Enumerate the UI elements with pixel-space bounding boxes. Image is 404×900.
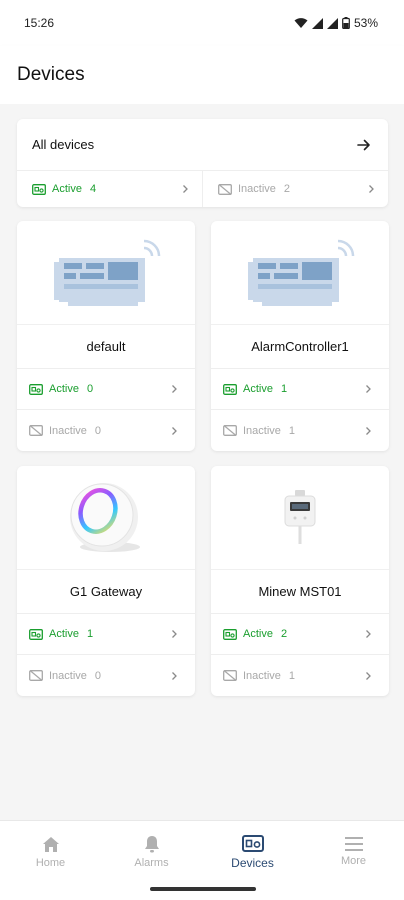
chevron-right-icon (172, 630, 177, 638)
battery-icon (342, 17, 350, 29)
device-active-icon (32, 183, 46, 195)
device-name: G1 Gateway (17, 570, 195, 614)
status-icons: 53% (294, 16, 378, 30)
controller-board-icon (54, 239, 161, 306)
inactive-label: Inactive (243, 669, 281, 682)
menu-icon (344, 837, 363, 851)
device-inactive-icon (223, 670, 237, 681)
all-devices-active[interactable]: Active 4 (17, 171, 202, 207)
active-count: 0 (86, 383, 94, 395)
chevron-right-icon (366, 671, 371, 680)
chevron-right-icon (183, 185, 188, 193)
device-image (17, 466, 195, 570)
nav-item-devices[interactable]: Devices (202, 821, 303, 879)
inactive-count: 0 (94, 424, 102, 437)
chevron-right-icon (369, 185, 374, 193)
device-inactive-row[interactable]: Inactive 1 (211, 655, 389, 696)
status-time: 15:26 (24, 16, 55, 30)
inactive-count: 1 (288, 424, 296, 437)
nav-label-devices: Devices (231, 855, 274, 870)
sensor-device-icon (284, 489, 316, 544)
active-label: Active (49, 383, 79, 395)
all-devices-header[interactable]: All devices (17, 119, 388, 171)
device-active-icon (29, 628, 43, 640)
all-devices-title: All devices (32, 137, 95, 152)
nav-label-home: Home (35, 856, 66, 869)
active-label: Active (52, 183, 82, 195)
active-count: 1 (86, 628, 94, 640)
nav-item-home[interactable]: Home (0, 821, 101, 879)
page-title: Devices (17, 64, 85, 85)
device-card[interactable]: default Active 0 Inactive 0 (17, 221, 195, 451)
gateway-ring-icon (70, 482, 140, 552)
active-count: 4 (89, 183, 97, 195)
inactive-label: Inactive (238, 183, 276, 195)
bell-icon (144, 836, 159, 853)
device-active-row[interactable]: Active 0 (17, 369, 195, 410)
inactive-count: 0 (94, 669, 102, 682)
inactive-count: 1 (288, 669, 296, 682)
inactive-count: 2 (283, 183, 291, 195)
device-active-row[interactable]: Active 1 (17, 614, 195, 655)
device-image (17, 221, 195, 325)
devices-content: All devices Active 4 Inactive 2 default … (0, 104, 404, 820)
chevron-right-icon (172, 385, 177, 393)
bottom-nav: Home Alarms Devices More (0, 820, 404, 900)
device-card[interactable]: G1 Gateway Active 1 Inactive 0 (17, 466, 195, 696)
active-count: 2 (280, 628, 288, 640)
wifi-icon (294, 18, 308, 28)
device-active-icon (29, 383, 43, 395)
device-name: default (17, 325, 195, 369)
inactive-label: Inactive (243, 424, 281, 437)
device-image (211, 466, 389, 570)
device-name: Minew MST01 (211, 570, 389, 614)
active-label: Active (49, 628, 79, 640)
device-active-row[interactable]: Active 2 (211, 614, 389, 655)
gesture-bar[interactable] (150, 887, 256, 891)
nav-label-more: More (340, 855, 367, 867)
home-icon (42, 836, 59, 852)
device-inactive-icon (29, 425, 43, 436)
device-image (211, 221, 389, 325)
device-card[interactable]: AlarmController1 Active 1 Inactive 1 (211, 221, 389, 451)
device-inactive-row[interactable]: Inactive 0 (17, 655, 195, 696)
nav-label-alarms: Alarms (134, 857, 169, 869)
arrow-right-icon[interactable] (356, 137, 372, 153)
device-inactive-row[interactable]: Inactive 0 (17, 410, 195, 451)
nav-item-alarms[interactable]: Alarms (101, 821, 202, 879)
signal-icon (311, 17, 323, 29)
signal-icon-2 (326, 17, 338, 29)
active-count: 1 (280, 383, 288, 395)
chevron-right-icon (172, 426, 177, 435)
device-inactive-icon (218, 183, 232, 195)
chevron-right-icon (172, 671, 177, 680)
device-card[interactable]: Minew MST01 Active 2 Inactive 1 (211, 466, 389, 696)
device-active-row[interactable]: Active 1 (211, 369, 389, 410)
device-inactive-row[interactable]: Inactive 1 (211, 410, 389, 451)
device-name: AlarmController1 (211, 325, 389, 369)
all-devices-card: All devices Active 4 Inactive 2 (17, 119, 388, 207)
chevron-right-icon (366, 630, 371, 638)
chevron-right-icon (366, 385, 371, 393)
inactive-label: Inactive (49, 669, 87, 682)
device-inactive-icon (29, 670, 43, 681)
device-inactive-icon (223, 425, 237, 436)
device-active-icon (223, 383, 237, 395)
status-bar: 15:26 53% (0, 0, 404, 46)
battery-level: 53% (353, 16, 378, 30)
chevron-right-icon (366, 426, 371, 435)
inactive-label: Inactive (49, 424, 87, 437)
active-label: Active (243, 628, 273, 640)
all-devices-inactive[interactable]: Inactive 2 (202, 171, 388, 207)
app-header: Devices (0, 46, 404, 104)
devices-icon (241, 834, 264, 852)
nav-item-more[interactable]: More (303, 821, 404, 879)
controller-board-icon (248, 239, 355, 306)
active-label: Active (243, 383, 273, 395)
device-active-icon (223, 628, 237, 640)
